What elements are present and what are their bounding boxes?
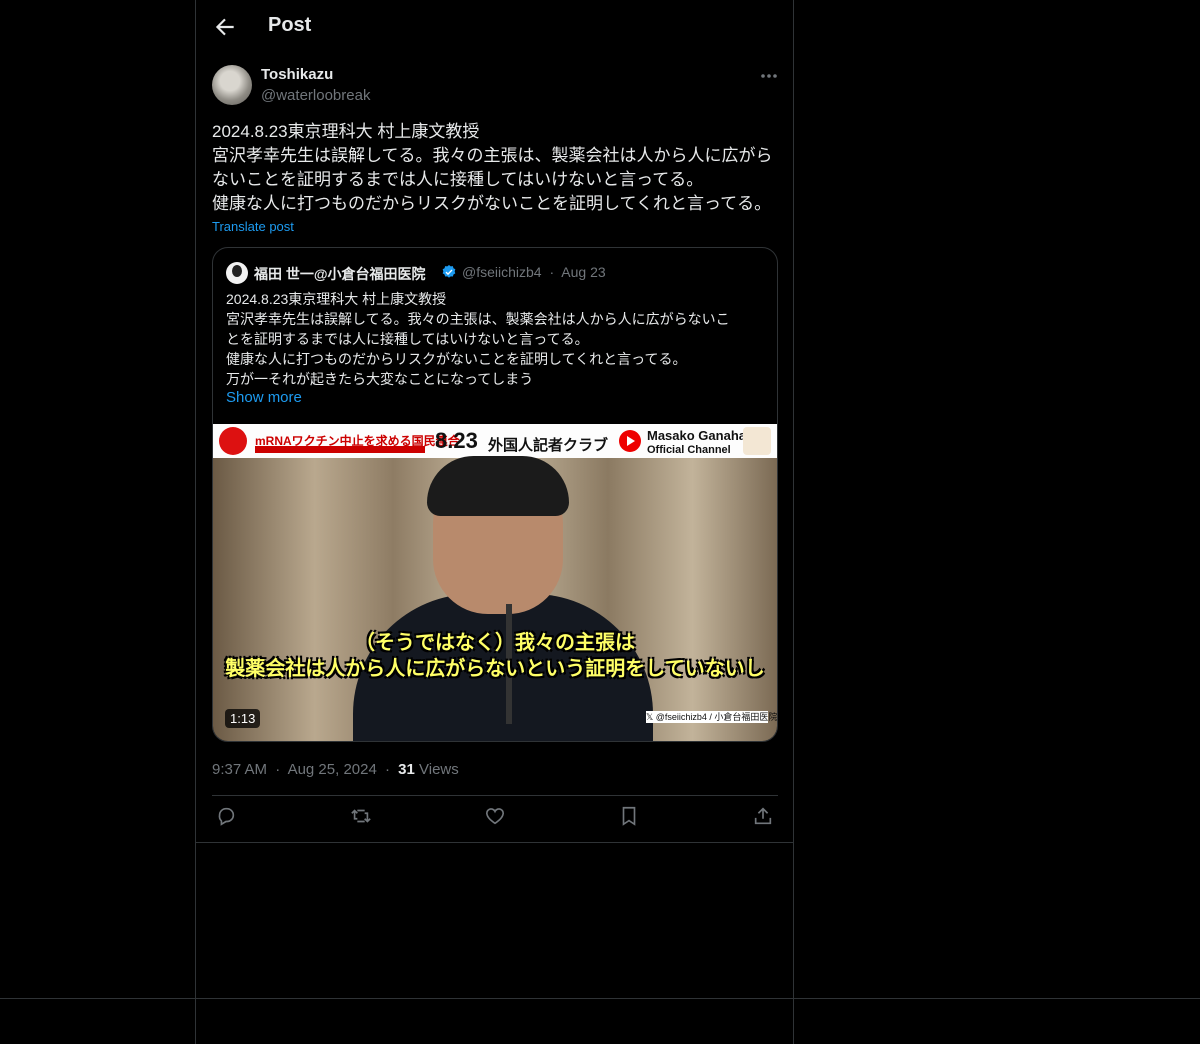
post-meta: 9:37 AM · Aug 25, 2024 · 31 Views [212,761,459,778]
quoted-line: とを証明するまでは人に接種してはいけないと言ってる。 [226,331,589,347]
repost-icon[interactable] [350,805,376,833]
quoted-line: 2024.8.23東京理科大 村上康文教授 [226,291,447,307]
bottom-divider [0,998,1200,999]
channel-logo [743,427,771,455]
show-more-link[interactable]: Show more [226,389,302,406]
share-icon[interactable] [752,805,778,833]
video-banner: mRNAワクチン中止を求める国民連合 8.23 外国人記者クラブ Masako … [213,424,777,458]
tweet-line: 宮沢孝幸先生は誤解してる。我々の主張は、製薬会社は人から人に広がら [212,146,773,165]
back-arrow-icon[interactable] [212,14,238,40]
banner-club: 外国人記者クラブ [488,437,609,454]
like-icon[interactable] [484,805,510,833]
meta-separator: · [549,264,555,280]
tweet-line: ないことを証明するまでは人に接種してはいけないと言ってる。 [212,170,704,189]
quoted-post-card[interactable]: 福田 世一@小倉台福田医院 @fseiichizb4 · Aug 23 2024… [212,247,778,742]
quoted-line: 万が一それが起きたら大変なことになってしまう [226,371,534,387]
views-count: 31 [398,761,415,778]
author-avatar[interactable] [212,65,252,105]
youtube-icon [619,430,641,452]
quoted-post-date: Aug 23 [561,264,606,280]
channel-name: Masako Ganaha [647,428,746,443]
video-player[interactable]: mRNAワクチン中止を求める国民連合 8.23 外国人記者クラブ Masako … [213,424,777,741]
page-title: Post [268,14,312,36]
divider [196,842,793,843]
quoted-author-avatar [226,262,248,284]
tweet-line: 2024.8.23東京理科大 村上康文教授 [212,122,480,141]
divider [212,795,778,796]
quoted-author-handle: @fseiichizb4 [462,264,542,280]
post-time[interactable]: 9:37 AM [212,761,267,778]
more-icon[interactable] [756,66,782,86]
banner-date: 8.23 [435,428,478,453]
quoted-author-meta: @fseiichizb4 · Aug 23 [462,264,606,280]
action-bar [196,805,793,835]
bookmark-icon[interactable] [618,805,644,833]
meta-separator: · [384,761,390,778]
video-subtitle-line: 製薬会社は人から人に広がらないという証明をしていないし [225,658,765,680]
video-watermark: 𝕏 @fseiichizb4 / 小倉台福田医院 [646,711,777,723]
quoted-line: 健康な人に打つものだからリスクがないことを証明してくれと言ってる。 [226,351,687,367]
channel-subtitle: Official Channel [647,444,731,456]
primary-column: Post Toshikazu @waterloobreak 2024.8.23東… [195,0,794,1044]
translate-post-link[interactable]: Translate post [212,219,294,234]
verified-badge-icon [441,264,457,280]
quoted-author-name: 福田 世一@小倉台福田医院 [254,266,426,282]
banner-subline [255,446,425,453]
author-handle[interactable]: @waterloobreak [261,87,370,104]
reply-icon[interactable] [215,805,241,833]
views-label: Views [419,761,459,778]
video-duration: 1:13 [225,709,261,728]
author-name[interactable]: Toshikazu [261,66,333,83]
post-date[interactable]: Aug 25, 2024 [288,761,377,778]
quoted-line: 宮沢孝幸先生は誤解してる。我々の主張は、製薬会社は人から人に広がらないこ [226,311,730,327]
stop-logo [219,427,247,455]
video-subtitle-line: （そうではなく）我々の主張は [355,632,635,654]
top-bar: Post [196,0,793,53]
quoted-post-text: 2024.8.23東京理科大 村上康文教授 宮沢孝幸先生は誤解してる。我々の主張… [226,289,771,389]
speaker-hair [427,456,569,516]
meta-separator: · [275,761,281,778]
tweet-line: 健康な人に打つものだからリスクがないことを証明してくれと言ってる。 [212,194,772,213]
tweet-text: 2024.8.23東京理科大 村上康文教授 宮沢孝幸先生は誤解してる。我々の主張… [212,120,780,216]
